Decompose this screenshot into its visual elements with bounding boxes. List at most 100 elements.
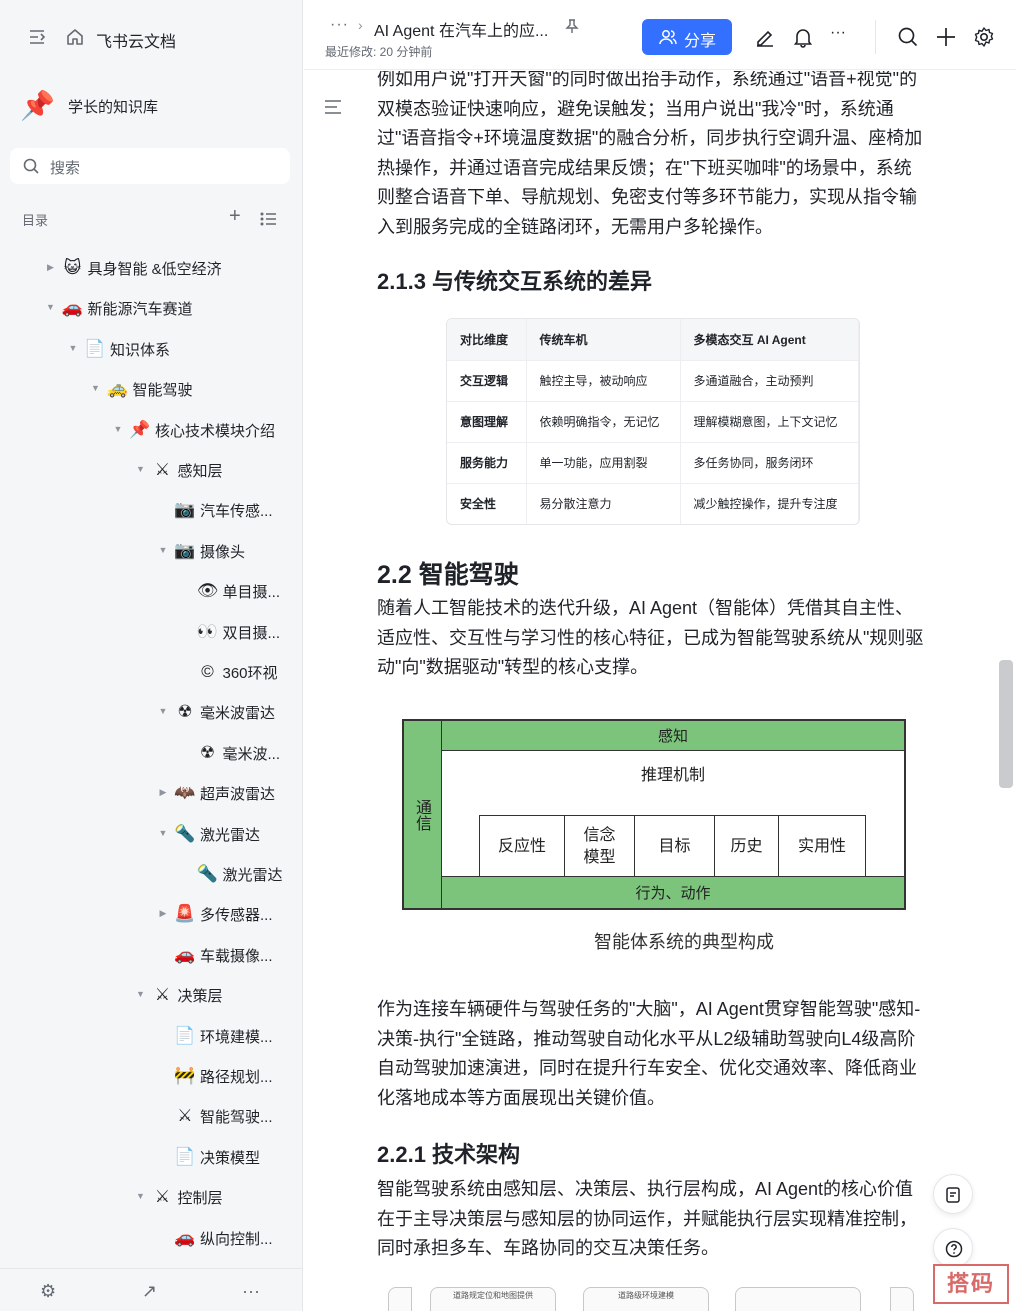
- pushpin-icon: 📌: [20, 90, 55, 121]
- tree-item[interactable]: ▼ 🚕 智能驾驶: [0, 369, 303, 409]
- table-cell: 触控主导，被动响应: [526, 360, 681, 402]
- collapse-arrow-icon[interactable]: ▼: [68, 343, 78, 353]
- tree-item[interactable]: ▼ 🚗 新能源汽车赛道: [0, 288, 303, 328]
- table-cell: 单一功能，应用割裂: [526, 442, 681, 484]
- tree-item[interactable]: ▼ ⚔ 控制层: [0, 1177, 303, 1217]
- tree-item[interactable]: ▼ 📌 核心技术模块介绍: [0, 410, 303, 450]
- tree-item-label: 具身智能 &低空经济: [87, 261, 222, 278]
- collapse-arrow-icon[interactable]: ▼: [136, 464, 146, 474]
- collapse-arrow-icon[interactable]: ▼: [136, 989, 146, 999]
- last-modified: 最近修改: 20 分钟前: [325, 45, 433, 59]
- expand-arrow-icon[interactable]: ▶: [158, 908, 168, 918]
- tree-item[interactable]: ▼ ⚔ 决策层: [0, 975, 303, 1015]
- table-cell: 多通道融合，主动预判: [680, 360, 859, 402]
- table-header-cell: 传统车机: [526, 319, 681, 361]
- tree-item-icon: 👁: [196, 581, 219, 601]
- tree-item[interactable]: 🔦 激光雷达: [0, 854, 303, 894]
- tree-item-icon: 🚧: [174, 1066, 196, 1085]
- tree-item-icon: ☢: [199, 742, 216, 762]
- breadcrumb-more[interactable]: ···: [330, 16, 349, 34]
- tree-item[interactable]: ▼ 🔦 激光雷达: [0, 814, 303, 854]
- more-options-icon[interactable]: ···: [830, 24, 852, 46]
- table-header-cell: 多模态交互 AI Agent: [680, 319, 859, 361]
- collapse-arrow-icon[interactable]: ▼: [136, 1191, 146, 1201]
- toc-label: 目录: [22, 213, 49, 228]
- tree-item-icon: 🚕: [106, 379, 129, 399]
- table-cell: 意图理解: [447, 401, 527, 443]
- bell-icon[interactable]: [792, 26, 814, 48]
- search-placeholder: 搜索: [50, 160, 81, 177]
- gear-icon[interactable]: [973, 26, 995, 48]
- arch-card-edge: [890, 1287, 914, 1311]
- collapse-arrow-icon[interactable]: ▼: [158, 545, 168, 555]
- app-title[interactable]: 飞书云文档: [96, 28, 176, 52]
- tree-item[interactable]: ▼ ☢ 毫米波雷达: [0, 692, 303, 732]
- help-button[interactable]: [933, 1228, 973, 1268]
- expand-arrow-icon[interactable]: ▶: [46, 262, 56, 272]
- tree-item[interactable]: ▼ ⚔ 感知层: [0, 450, 303, 490]
- collapse-arrow-icon[interactable]: ▼: [46, 302, 56, 312]
- pin-icon[interactable]: [564, 18, 580, 34]
- tree-item[interactable]: © 360环视: [0, 652, 303, 692]
- table-cell: 多任务协同，服务闭环: [680, 442, 859, 484]
- tree-item[interactable]: ⚔ 智能驾驶...: [0, 1096, 303, 1136]
- collapse-sidebar-icon[interactable]: [28, 28, 46, 46]
- add-icon[interactable]: +: [229, 206, 241, 226]
- scrollbar-thumb[interactable]: [999, 660, 1013, 788]
- tree-item-icon: 🔦: [174, 823, 196, 843]
- table-cell: 易分散注意力: [526, 483, 681, 524]
- collapse-arrow-icon[interactable]: ▼: [113, 424, 123, 434]
- tree-item-label: 知识体系: [110, 341, 171, 359]
- search-icon: [23, 158, 39, 174]
- settings-icon[interactable]: ⚙: [40, 1281, 56, 1302]
- tree-item-label: 双目摄...: [222, 624, 281, 642]
- comment-panel-button[interactable]: [933, 1174, 973, 1214]
- tree-item[interactable]: ▶ 🦇 超声波雷达: [0, 773, 303, 813]
- share-button[interactable]: 分享: [642, 19, 732, 55]
- plus-icon[interactable]: [935, 26, 957, 48]
- tree-item[interactable]: 📷 汽车传感...: [0, 490, 303, 530]
- edit-icon[interactable]: [754, 26, 776, 48]
- heading-2-2: 2.2 智能驾驶: [377, 561, 519, 589]
- table-cell: 安全性: [447, 483, 527, 524]
- tree-item[interactable]: ▼ 📄 知识体系: [0, 329, 303, 369]
- tree-item[interactable]: ☢ 毫米波...: [0, 733, 303, 773]
- tree-item-icon: 😺: [63, 258, 82, 277]
- more-icon[interactable]: ···: [242, 1281, 260, 1302]
- expand-arrow-icon[interactable]: ▶: [158, 787, 168, 797]
- tree-item-icon: ☢: [177, 702, 193, 722]
- paragraph-brain: 作为连接车辆硬件与驾驶任务的"大脑"，AI Agent贯穿智能驾驶"感知-决策-…: [377, 999, 921, 1108]
- table-row: 交互逻辑 触控主导，被动响应 多通道融合，主动预判: [447, 360, 859, 402]
- arch-card: 道路规定位和地图提供: [430, 1287, 556, 1311]
- tree-item-icon: 📄: [174, 1146, 196, 1166]
- outline-toggle-icon[interactable]: [324, 99, 342, 115]
- tree-item[interactable]: 📄 环境建模...: [0, 1016, 303, 1056]
- list-view-icon[interactable]: [259, 210, 277, 228]
- tree-item[interactable]: 📄 决策模型: [0, 1137, 303, 1177]
- collapse-arrow-icon[interactable]: ▼: [158, 828, 168, 838]
- home-icon[interactable]: [66, 28, 84, 46]
- arch-card: 道路级环境建模: [583, 1287, 709, 1311]
- doc-title[interactable]: AI Agent 在汽车上的应...: [374, 17, 548, 41]
- sidebar-search[interactable]: 搜索: [10, 148, 290, 184]
- tree-item[interactable]: ▶ 😺 具身智能 &低空经济: [0, 248, 303, 288]
- tree-item[interactable]: 👁 单目摄...: [0, 571, 303, 611]
- tree-item[interactable]: 🚗 车载摄像...: [0, 935, 303, 975]
- tree-item[interactable]: ▶ 🚨 多传感器...: [0, 894, 303, 934]
- tree-item-label: 决策模型: [200, 1149, 261, 1167]
- tree-item[interactable]: 👀 双目摄...: [0, 612, 303, 652]
- tree-item-label: 路径规划...: [200, 1069, 273, 1086]
- tree-item-icon: 📷: [174, 540, 196, 560]
- collapse-arrow-icon[interactable]: ▼: [158, 706, 168, 716]
- paragraph-voice-vision: 例如用户说"打开天窗"的同时做出抬手动作，系统通过"语音+视觉"的双模态验证快速…: [377, 71, 923, 235]
- tree-item[interactable]: ▼ 📷 摄像头: [0, 531, 303, 571]
- search-icon[interactable]: [897, 26, 919, 48]
- tree-item[interactable]: 🚧 路径规划...: [0, 1056, 303, 1096]
- knowledge-space[interactable]: 📌 学长的知识库: [20, 86, 290, 126]
- tree-item-icon: 📄: [174, 1025, 196, 1045]
- tree-item-icon: 👀: [196, 621, 219, 641]
- tree-item[interactable]: 🚗 纵向控制...: [0, 1218, 303, 1258]
- share-out-icon[interactable]: ↗: [142, 1281, 157, 1302]
- agent-system-diagram: 通信 感知 推理机制 反应性 信念 模型 目标 历史 实用性 行为、动作: [402, 719, 906, 910]
- collapse-arrow-icon[interactable]: ▼: [91, 383, 101, 393]
